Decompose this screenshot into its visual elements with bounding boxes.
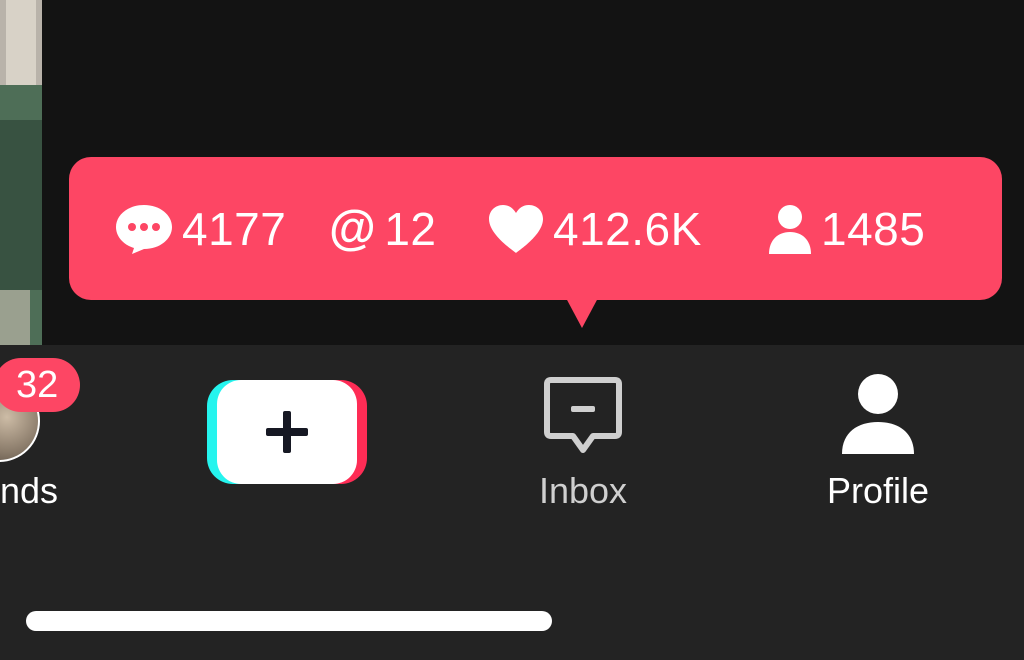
create-post-button[interactable] xyxy=(207,380,367,484)
comment-bubble-icon xyxy=(116,204,172,254)
inbox-tab-label[interactable]: Inbox xyxy=(523,470,643,512)
at-sign-icon: @ xyxy=(329,201,377,255)
tooltip-pointer xyxy=(566,298,598,328)
home-indicator[interactable] xyxy=(26,611,552,631)
followers-stat: 1485 xyxy=(767,157,925,300)
profile-tab-label[interactable]: Profile xyxy=(808,470,948,512)
mentions-stat: @ 12 xyxy=(329,157,436,300)
inbox-message-icon[interactable] xyxy=(543,375,623,457)
comments-stat: 4177 xyxy=(114,157,286,300)
likes-count: 412.6K xyxy=(553,202,702,255)
followers-count: 1485 xyxy=(821,202,926,255)
likes-stat: 412.6K xyxy=(487,157,702,300)
plus-icon xyxy=(266,411,308,453)
stats-tooltip: 4177 @ 12 412.6K 1485 xyxy=(69,157,1002,300)
friends-notification-badge: 32 xyxy=(0,358,81,412)
profile-person-icon[interactable] xyxy=(838,372,918,456)
mentions-count: 12 xyxy=(384,202,437,255)
comments-count: 4177 xyxy=(182,202,287,255)
person-icon xyxy=(769,204,811,254)
friends-tab-label[interactable]: nds xyxy=(0,470,60,512)
heart-icon xyxy=(489,204,543,253)
adjacent-video-preview xyxy=(0,0,42,345)
